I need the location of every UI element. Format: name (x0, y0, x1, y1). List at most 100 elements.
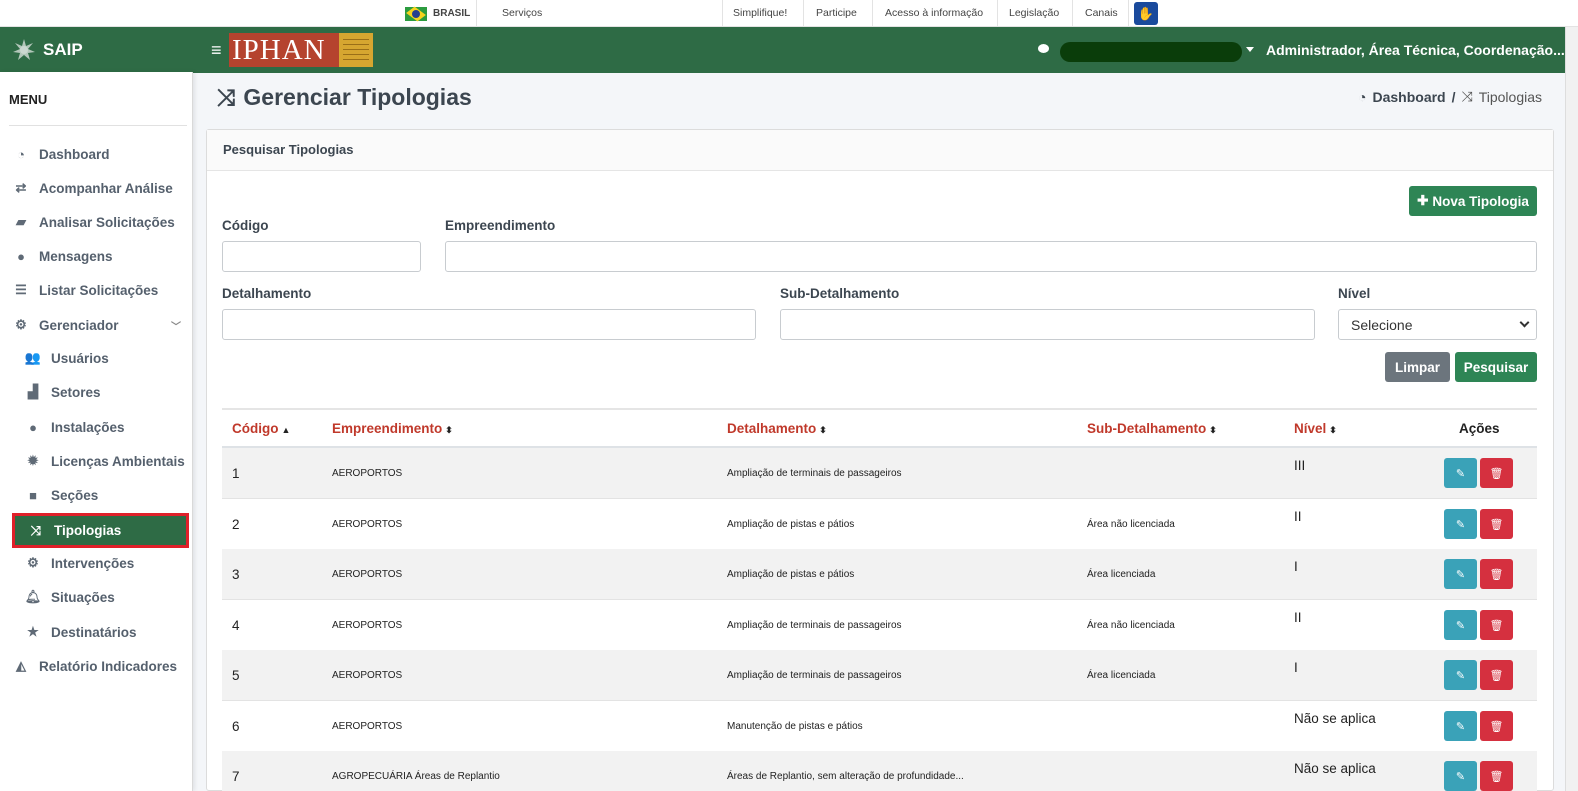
column-header-label: Código (232, 421, 279, 436)
trash-icon[interactable]: 🗑︎ (1480, 761, 1513, 791)
empreendimento-input[interactable] (445, 241, 1537, 272)
sidebar-item-intervencoes[interactable]: ⚙ Intervenções (24, 548, 187, 578)
card-title: Pesquisar Tipologias (207, 130, 1553, 171)
cell-codigo: 2 (232, 517, 240, 532)
table-header: Código ▲ Empreendimento ⬍ Detalhamento ⬍ Su… (222, 408, 1537, 448)
cell-nivel: II (1294, 509, 1302, 524)
sidebar-item-destinatarios[interactable]: ★ Destinatários (24, 617, 187, 647)
brasil-link[interactable]: BRASIL (405, 0, 470, 27)
sidebar-item-gerenciador[interactable]: ⚙ Gerenciador ﹀ (12, 310, 187, 340)
column-header-label: Detalhamento (727, 421, 817, 436)
divider (9, 125, 187, 126)
sidebar-item-relatorio-indicadores[interactable]: ◭ Relatório Indicadores (12, 651, 187, 681)
trash-icon[interactable]: 🗑︎ (1480, 711, 1513, 741)
brand[interactable]: SAIP (0, 27, 193, 72)
page-title-text: Gerenciar Tipologias (243, 84, 472, 110)
divider (1072, 0, 1073, 27)
sidebar-item-tipologias[interactable]: ⤨ Tipologias (12, 513, 189, 548)
trash-icon[interactable]: 🗑︎ (1480, 660, 1513, 690)
cell-subdetalhamento: Área licenciada (1087, 670, 1156, 681)
cell-nivel: I (1294, 660, 1298, 675)
servicos-link[interactable]: Serviços (502, 0, 542, 27)
edit-icon[interactable]: ✎ (1444, 458, 1477, 488)
column-header-detalhamento[interactable]: Detalhamento ⬍ (727, 410, 827, 448)
user-role[interactable]: Administrador, Área Técnica, Coordenação… (1266, 27, 1565, 73)
sidebar-item-instalacoes[interactable]: ● Instalações (24, 412, 187, 442)
chevron-down-icon: ﹀ (171, 321, 181, 333)
trash-icon[interactable]: 🗑︎ (1480, 509, 1513, 539)
area-chart-icon: ◭ (16, 658, 26, 673)
sidebar-item-secoes[interactable]: ■ Seções (24, 480, 187, 510)
clear-button[interactable]: Limpar (1385, 352, 1450, 382)
subdetalhamento-input[interactable] (780, 309, 1315, 340)
cell-detalhamento: Ampliação de pistas e pátios (727, 519, 855, 530)
trash-icon[interactable]: 🗑︎ (1480, 458, 1513, 488)
new-tipologia-button[interactable]: ✚ Nova Tipologia (1409, 186, 1537, 216)
column-header-acoes: Ações (1459, 421, 1500, 436)
edit-icon[interactable]: ✎ (1444, 559, 1477, 589)
random-icon: ⤨ (1461, 88, 1473, 104)
industry-icon: ▟ (28, 384, 38, 399)
chat-icon[interactable] (1038, 44, 1049, 53)
sidebar-item-acompanhar-analise[interactable]: ⇄ Acompanhar Análise (12, 173, 187, 203)
cell-detalhamento: Áreas de Replantio, sem alteração de pro… (727, 771, 964, 782)
sidebar-item-dashboard[interactable]: ◔ Dashboard (12, 139, 187, 169)
codigo-label: Código (222, 218, 269, 233)
sidebar-item-label: Setores (51, 384, 101, 400)
sidebar-item-label: Acompanhar Análise (39, 180, 173, 196)
legislacao-link[interactable]: Legislação (1009, 0, 1059, 27)
sidebar-item-label: Situações (51, 589, 115, 605)
subdetalhamento-label: Sub-Detalhamento (780, 286, 900, 301)
codigo-input[interactable] (222, 241, 421, 272)
trash-icon[interactable]: 🗑︎ (1480, 559, 1513, 589)
sidebar-item-analisar-solicitacoes[interactable]: ▰ Analisar Solicitações (12, 207, 187, 237)
sidebar-item-label: Relatório Indicadores (39, 658, 178, 674)
cell-nivel: I (1294, 559, 1298, 574)
chevron-down-icon (1519, 317, 1530, 328)
column-header-empreendimento[interactable]: Empreendimento ⬍ (332, 410, 453, 448)
accessibility-hands-icon[interactable]: ✋ (1134, 2, 1158, 25)
column-header-label: Sub-Detalhamento (1087, 421, 1207, 436)
simplifique-link[interactable]: Simplifique! (733, 0, 787, 27)
edit-icon[interactable]: ✎ (1444, 711, 1477, 741)
star-icon: ★ (27, 624, 39, 639)
column-header-subdetalhamento[interactable]: Sub-Detalhamento ⬍ (1087, 410, 1217, 448)
edit-icon[interactable]: ✎ (1444, 660, 1477, 690)
users-icon: 👥 (24, 350, 42, 365)
sidebar-item-mensagens[interactable]: ● Mensagens (12, 241, 187, 271)
acesso-informacao-link[interactable]: Acesso à informação (885, 0, 983, 27)
trash-icon[interactable]: 🗑︎ (1480, 610, 1513, 640)
user-dropdown-caret-icon[interactable] (1246, 47, 1254, 52)
cell-empreendimento: AEROPORTOS (332, 620, 403, 631)
edit-icon[interactable]: ✎ (1444, 509, 1477, 539)
sort-asc-icon: ▲ (281, 425, 291, 435)
sidebar-item-label: Destinatários (51, 624, 137, 640)
saip-logo-icon (13, 38, 35, 60)
sidebar-item-label: Analisar Solicitações (39, 214, 175, 230)
sidebar-item-label: Listar Solicitações (39, 282, 159, 298)
nivel-select[interactable]: Selecione (1338, 309, 1537, 340)
sidebar-item-situacoes[interactable]: 🔔︎ Situações (24, 582, 187, 612)
sidebar-item-listar-solicitacoes[interactable]: ☰ Listar Solicitações (12, 275, 187, 305)
canais-link[interactable]: Canais (1085, 0, 1118, 27)
sidebar-item-licencas-ambientais[interactable]: ✹ Licenças Ambientais (24, 446, 187, 476)
detalhamento-input[interactable] (222, 309, 756, 340)
sidebar-item-setores[interactable]: ▟ Setores (24, 377, 187, 407)
column-header-label: Nível (1294, 421, 1327, 436)
random-icon: ⤨ (30, 522, 42, 538)
cell-empreendimento: AEROPORTOS (332, 670, 403, 681)
sidebar-item-usuarios[interactable]: 👥 Usuários (24, 343, 187, 373)
scrollbar[interactable] (1565, 27, 1578, 791)
hamburger-menu-icon[interactable]: ≡ (211, 40, 222, 61)
breadcrumb-home[interactable]: Dashboard (1372, 89, 1445, 105)
plus-icon: ✚ (1417, 193, 1429, 208)
edit-icon[interactable]: ✎ (1444, 610, 1477, 640)
participe-link[interactable]: Participe (816, 0, 857, 27)
cell-detalhamento: Ampliação de terminais de passageiros (727, 620, 902, 631)
column-header-codigo[interactable]: Código ▲ (232, 410, 290, 448)
search-button[interactable]: Pesquisar (1455, 352, 1537, 382)
gov-top-bar: BRASIL Serviços Simplifique! Participe A… (0, 0, 1578, 27)
cell-detalhamento: Ampliação de pistas e pátios (727, 569, 855, 580)
edit-icon[interactable]: ✎ (1444, 761, 1477, 791)
user-name-redacted[interactable] (1060, 42, 1242, 62)
